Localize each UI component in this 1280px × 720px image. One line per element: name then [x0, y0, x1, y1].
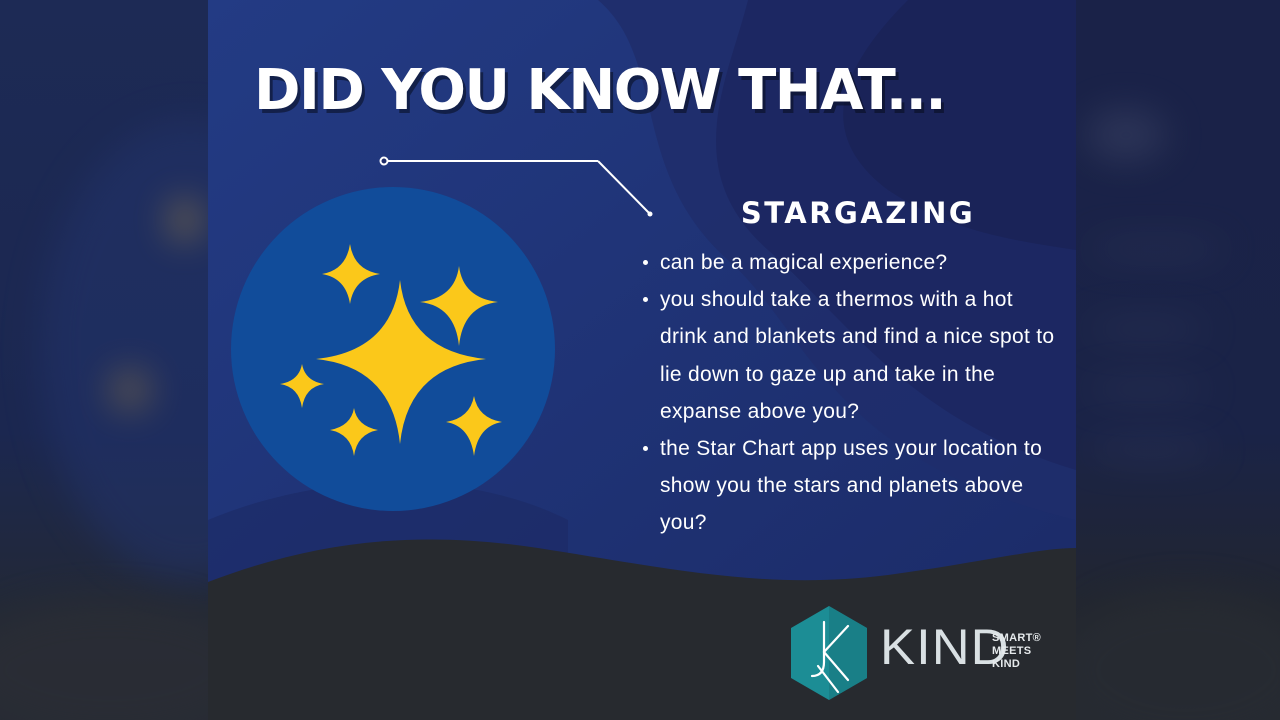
kind-hexagon-logo-icon	[791, 606, 867, 700]
tagline-line: SMART®	[992, 632, 1042, 644]
infographic-card: DID YOU KNOW THAT... STARGAZING can be a…	[208, 0, 1076, 720]
brand-logo: KIND SMART® MEETS KIND	[788, 604, 1048, 704]
topic-heading: STARGAZING	[740, 196, 976, 230]
tagline-line: MEETS	[992, 645, 1032, 657]
page-title: DID YOU KNOW THAT...	[254, 58, 947, 123]
brand-name: KIND	[880, 619, 1010, 675]
list-item: can be a magical experience?	[640, 244, 1060, 281]
fact-list: can be a magical experience? you should …	[640, 244, 1060, 542]
brand-tagline: SMART® MEETS KIND	[992, 632, 1041, 671]
sparkle-stars-icon	[231, 187, 555, 511]
list-item: you should take a thermos with a hot dri…	[640, 281, 1060, 430]
blurred-backdrop-left	[0, 0, 208, 720]
blurred-backdrop-right	[1076, 0, 1280, 720]
stage: DID YOU KNOW THAT... STARGAZING can be a…	[0, 0, 1280, 720]
list-item: the Star Chart app uses your location to…	[640, 430, 1060, 542]
tagline-line: KIND	[992, 658, 1021, 670]
